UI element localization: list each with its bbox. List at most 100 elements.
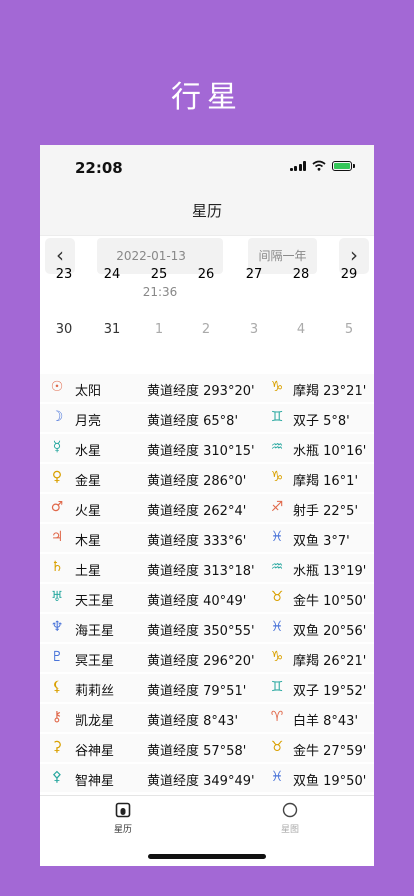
- planet-symbol-icon: ♄: [50, 559, 64, 575]
- planet-symbol-icon: ♇: [50, 649, 64, 665]
- planet-symbol-icon: ☽: [50, 409, 64, 425]
- planet-name: 月亮: [75, 414, 102, 429]
- zodiac-position: 双子 5°8': [293, 414, 350, 429]
- calendar-day[interactable]: 24: [92, 267, 132, 282]
- planet-symbol-icon: ♂: [50, 499, 64, 515]
- tab-label: 星历: [113, 825, 132, 835]
- zodiac-sign-icon: ♑: [270, 469, 284, 485]
- planet-name: 冥王星: [75, 654, 115, 669]
- ecliptic-longitude: 黄道经度 79°51': [147, 684, 247, 699]
- zodiac-sign-icon: ♓: [270, 769, 284, 785]
- zodiac-position: 双子 19°52': [293, 684, 367, 699]
- planet-name: 海王星: [75, 624, 115, 639]
- planet-row[interactable]: ♅ 天王星 黄道经度 40°49' ♉ 金牛 10°50': [40, 584, 374, 612]
- battery-icon: [332, 160, 355, 171]
- home-indicator: [148, 854, 266, 859]
- calendar-day[interactable]: 26: [186, 267, 226, 282]
- planet-name: 谷神星: [75, 744, 115, 759]
- ecliptic-longitude: 黄道经度 350°55': [147, 624, 255, 639]
- status-bar: 22:08: [40, 145, 374, 191]
- planet-symbol-icon: ⚷: [51, 709, 63, 725]
- zodiac-position: 白羊 8°43': [293, 714, 359, 729]
- zodiac-position: 金牛 27°59': [293, 744, 367, 759]
- ecliptic-longitude: 黄道经度 57°58': [147, 744, 247, 759]
- planet-symbol-icon: ⚴: [51, 769, 63, 785]
- planet-row[interactable]: ♆ 海王星 黄道经度 350°55' ♓ 双鱼 20°56': [40, 614, 374, 642]
- planet-name: 莉莉丝: [75, 684, 115, 699]
- planet-row[interactable]: ⚸ 莉莉丝 黄道经度 79°51' ♊ 双子 19°52': [40, 674, 374, 702]
- calendar-day[interactable]: 28: [281, 267, 321, 282]
- zodiac-position: 双鱼 19°50': [293, 774, 367, 789]
- planet-row[interactable]: ☿ 水星 黄道经度 310°15' ♒ 水瓶 10°16': [40, 434, 374, 462]
- hero-title: 行星: [171, 80, 243, 115]
- zodiac-sign-icon: ♒: [270, 559, 284, 575]
- calendar-day[interactable]: 5: [329, 322, 369, 337]
- planet-row[interactable]: ♄ 土星 黄道经度 313°18' ♒ 水瓶 13°19': [40, 554, 374, 582]
- calendar-day[interactable]: 27: [234, 267, 274, 282]
- nav-title: 星历: [40, 191, 374, 236]
- ecliptic-longitude: 黄道经度 293°20': [147, 384, 255, 399]
- planet-row[interactable]: ☽ 月亮 黄道经度 65°8' ♊ 双子 5°8': [40, 404, 374, 432]
- planet-symbol-icon: ☉: [50, 379, 64, 395]
- calendar-day[interactable]: 30: [44, 322, 84, 337]
- calendar-day[interactable]: 29: [329, 267, 369, 282]
- planet-name: 金星: [75, 474, 102, 489]
- planet-symbol-icon: ♆: [50, 619, 64, 635]
- calendar-day[interactable]: 23: [44, 267, 84, 282]
- calendar-day[interactable]: 4: [281, 322, 321, 337]
- tab-chart[interactable]: 星图: [260, 802, 320, 835]
- ecliptic-longitude: 黄道经度 333°6': [147, 534, 247, 549]
- phone-screen: 22:08 星历 ‹ 2022-01-13 21:36 间隔一年 › 23 24…: [40, 145, 374, 866]
- zodiac-position: 金牛 10°50': [293, 594, 367, 609]
- planet-row[interactable]: ⚳ 谷神星 黄道经度 57°58' ♉ 金牛 27°59': [40, 734, 374, 762]
- planet-name: 水星: [75, 444, 102, 459]
- zodiac-position: 水瓶 13°19': [293, 564, 367, 579]
- ecliptic-longitude: 黄道经度 262°4': [147, 504, 247, 519]
- zodiac-sign-icon: ♒: [270, 439, 284, 455]
- calendar-day[interactable]: 25: [139, 267, 179, 282]
- calendar-day[interactable]: 2: [186, 322, 226, 337]
- planet-row[interactable]: ♀ 金星 黄道经度 286°0' ♑ 摩羯 16°1': [40, 464, 374, 492]
- calendar-row-1: 23 24 25 26 27 28 29: [40, 267, 374, 287]
- planet-row[interactable]: ☉ 太阳 黄道经度 293°20' ♑ 摩羯 23°21': [40, 374, 374, 402]
- zodiac-position: 摩羯 16°1': [293, 474, 359, 489]
- signal-icon: [289, 160, 306, 171]
- planet-name: 天王星: [75, 594, 115, 609]
- tab-ephemeris[interactable]: 星历: [93, 802, 153, 835]
- status-time: 22:08: [75, 159, 123, 177]
- calendar-day[interactable]: 1: [139, 322, 179, 337]
- planet-symbol-icon: ⚸: [51, 679, 63, 695]
- zodiac-position: 摩羯 23°21': [293, 384, 367, 399]
- zodiac-sign-icon: ♑: [270, 379, 284, 395]
- time-value: 21:36: [142, 285, 178, 299]
- planet-symbol-icon: ⚳: [51, 739, 63, 755]
- planet-name: 智神星: [75, 774, 115, 789]
- zodiac-position: 双鱼 3°7': [293, 534, 350, 549]
- planet-row[interactable]: ♂ 火星 黄道经度 262°4' ♐ 射手 22°5': [40, 494, 374, 522]
- ephemeris-icon: [115, 802, 131, 818]
- planet-name: 土星: [75, 564, 102, 579]
- calendar-day[interactable]: 3: [234, 322, 274, 337]
- status-icons: [289, 160, 355, 171]
- ecliptic-longitude: 黄道经度 8°43': [147, 714, 239, 729]
- planet-row[interactable]: ♇ 冥王星 黄道经度 296°20' ♑ 摩羯 26°21': [40, 644, 374, 672]
- calendar-row-2: 30 31 1 2 3 4 5: [40, 322, 374, 342]
- planet-row[interactable]: ⚷ 凯龙星 黄道经度 8°43' ♈ 白羊 8°43': [40, 704, 374, 732]
- zodiac-position: 射手 22°5': [293, 504, 359, 519]
- zodiac-sign-icon: ♊: [270, 679, 284, 695]
- ecliptic-longitude: 黄道经度 40°49': [147, 594, 247, 609]
- zodiac-position: 摩羯 26°21': [293, 654, 367, 669]
- ecliptic-longitude: 黄道经度 65°8': [147, 414, 239, 429]
- planet-name: 木星: [75, 534, 102, 549]
- planet-row[interactable]: ⚴ 智神星 黄道经度 349°49' ♓ 双鱼 19°50': [40, 764, 374, 792]
- ecliptic-longitude: 黄道经度 313°18': [147, 564, 255, 579]
- planet-name: 凯龙星: [75, 714, 115, 729]
- zodiac-sign-icon: ♓: [270, 619, 284, 635]
- zodiac-sign-icon: ♉: [270, 739, 284, 755]
- planet-name: 火星: [75, 504, 102, 519]
- ecliptic-longitude: 黄道经度 286°0': [147, 474, 247, 489]
- ecliptic-longitude: 黄道经度 296°20': [147, 654, 255, 669]
- ecliptic-longitude: 黄道经度 310°15': [147, 444, 255, 459]
- planet-row[interactable]: ♃ 木星 黄道经度 333°6' ♓ 双鱼 3°7': [40, 524, 374, 552]
- calendar-day[interactable]: 31: [92, 322, 132, 337]
